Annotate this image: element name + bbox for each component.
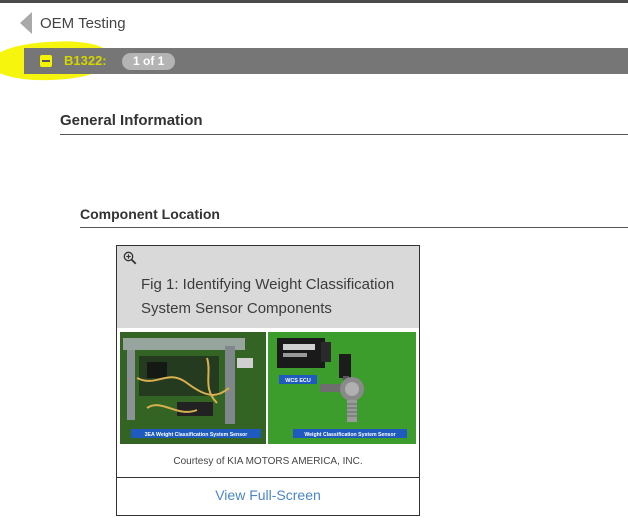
back-arrow-icon bbox=[20, 12, 32, 34]
top-border bbox=[0, 0, 628, 3]
left-photo-label: 3EA Weight Classification System Sensor bbox=[145, 432, 248, 438]
back-label: OEM Testing bbox=[40, 14, 126, 32]
page-counter-badge: 1 of 1 bbox=[122, 53, 176, 70]
code-header-bar: B1322: 1 of 1 bbox=[24, 48, 628, 74]
figure-credit: Courtesy of KIA MOTORS AMERICA, INC. bbox=[173, 456, 363, 467]
collapse-icon[interactable] bbox=[40, 55, 52, 67]
right-photo-label: Weight Classification System Sensor bbox=[304, 432, 395, 438]
card-divider bbox=[117, 477, 419, 478]
section-heading-component-location: Component Location bbox=[80, 206, 628, 228]
figure-header: Fig 1: Identifying Weight Classification… bbox=[117, 246, 419, 328]
dtc-code: B1322: bbox=[64, 53, 107, 68]
component-location-photo[interactable]: 3EA Weight Classification System Sensor … bbox=[117, 328, 419, 446]
figure-card: Fig 1: Identifying Weight Classification… bbox=[116, 245, 420, 516]
section-heading-general: General Information bbox=[60, 112, 628, 135]
zoom-in-icon[interactable] bbox=[123, 251, 137, 265]
figure-title: Fig 1: Identifying Weight Classification… bbox=[141, 276, 395, 317]
ecu-label: WCS ECU bbox=[285, 378, 311, 384]
back-button[interactable]: OEM Testing bbox=[20, 12, 126, 34]
view-full-screen-link[interactable]: View Full-Screen bbox=[117, 487, 419, 503]
